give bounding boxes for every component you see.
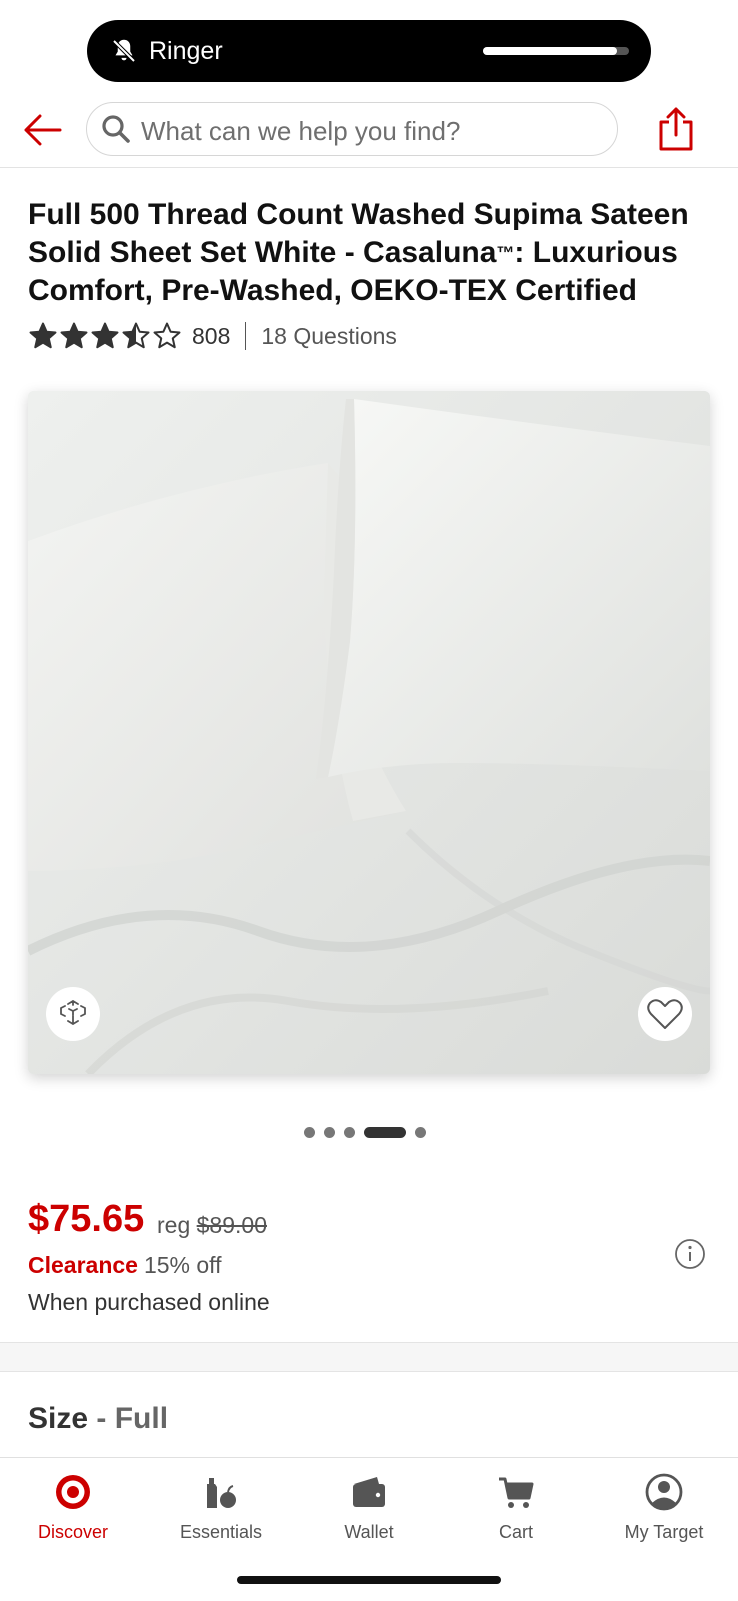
carousel-dots[interactable] — [304, 1126, 426, 1138]
ringer-notification: Ringer — [87, 20, 651, 82]
carousel-dot[interactable] — [344, 1126, 355, 1138]
nav-item-discover[interactable]: Discover — [3, 1472, 143, 1543]
size-value: Full — [114, 1402, 169, 1435]
back-arrow-icon[interactable] — [20, 110, 64, 150]
original-price: $89.00 — [196, 1212, 267, 1238]
sheet-set-photo — [28, 391, 710, 1074]
carousel-dot-active[interactable] — [364, 1126, 406, 1138]
rating-divider — [245, 322, 247, 350]
nav-label-my-target: My Target — [624, 1522, 704, 1542]
nav-label-wallet: Wallet — [344, 1522, 394, 1542]
questions-link[interactable]: 18 Questions — [261, 323, 397, 350]
search-placeholder: What can we help you find? — [141, 116, 461, 146]
star-full-icon — [29, 322, 57, 349]
share-icon[interactable] — [656, 106, 696, 152]
target-icon — [56, 1475, 90, 1509]
nav-item-essentials[interactable]: Essentials — [151, 1472, 291, 1543]
header-divider — [0, 167, 738, 168]
cube-3d-icon — [60, 1000, 86, 1025]
cart-icon — [499, 1477, 534, 1508]
search-input[interactable]: What can we help you find? — [86, 102, 618, 156]
star-full-icon — [91, 322, 119, 349]
bell-slash-icon — [112, 39, 136, 63]
review-count[interactable]: 808 — [192, 323, 230, 350]
carousel-dot[interactable] — [324, 1126, 335, 1138]
star-half-icon — [122, 322, 150, 349]
online-note: When purchased online — [28, 1289, 270, 1315]
carousel-dot[interactable] — [415, 1126, 426, 1138]
favorite-button[interactable] — [638, 987, 692, 1041]
info-icon[interactable] — [674, 1238, 706, 1270]
nav-item-my-target[interactable]: My Target — [594, 1472, 734, 1543]
star-empty-icon — [153, 322, 181, 349]
section-separator — [0, 1342, 738, 1372]
star-rating — [28, 321, 182, 351]
carousel-dot[interactable] — [304, 1126, 315, 1138]
clearance-row: Clearance 15% off — [28, 1252, 222, 1279]
view-3d-button[interactable] — [46, 987, 100, 1041]
nav-label-discover: Discover — [37, 1522, 108, 1542]
home-indicator[interactable] — [237, 1576, 501, 1584]
nav-label-essentials: Essentials — [179, 1522, 263, 1542]
ringer-label: Ringer — [149, 37, 223, 65]
size-heading: Size - Full — [28, 1402, 168, 1436]
account-icon — [645, 1473, 683, 1511]
product-title: Full 500 Thread Count Washed Supima Sate… — [28, 198, 689, 307]
nav-item-cart[interactable]: Cart — [446, 1472, 586, 1543]
ringer-volume-bar — [483, 47, 629, 55]
current-price: $75.65 — [28, 1198, 145, 1240]
reg-label: reg — [157, 1212, 191, 1238]
regular-price: reg $89.00 — [157, 1212, 267, 1239]
nav-label-cart: Cart — [498, 1522, 533, 1542]
clearance-label: Clearance — [28, 1252, 138, 1278]
rating-row[interactable]: 808 18 Questions — [28, 320, 397, 352]
ringer-volume-fill — [483, 47, 618, 55]
star-full-icon — [60, 322, 88, 349]
product-image[interactable] — [28, 391, 710, 1074]
search-icon — [102, 115, 130, 143]
discount-text: 15% off — [143, 1252, 222, 1278]
heart-icon — [647, 999, 683, 1029]
nav-item-wallet[interactable]: Wallet — [299, 1472, 439, 1543]
essentials-icon — [207, 1478, 236, 1508]
wallet-icon — [353, 1477, 385, 1507]
size-label: Size — [28, 1402, 89, 1435]
size-separator: - — [88, 1402, 115, 1435]
